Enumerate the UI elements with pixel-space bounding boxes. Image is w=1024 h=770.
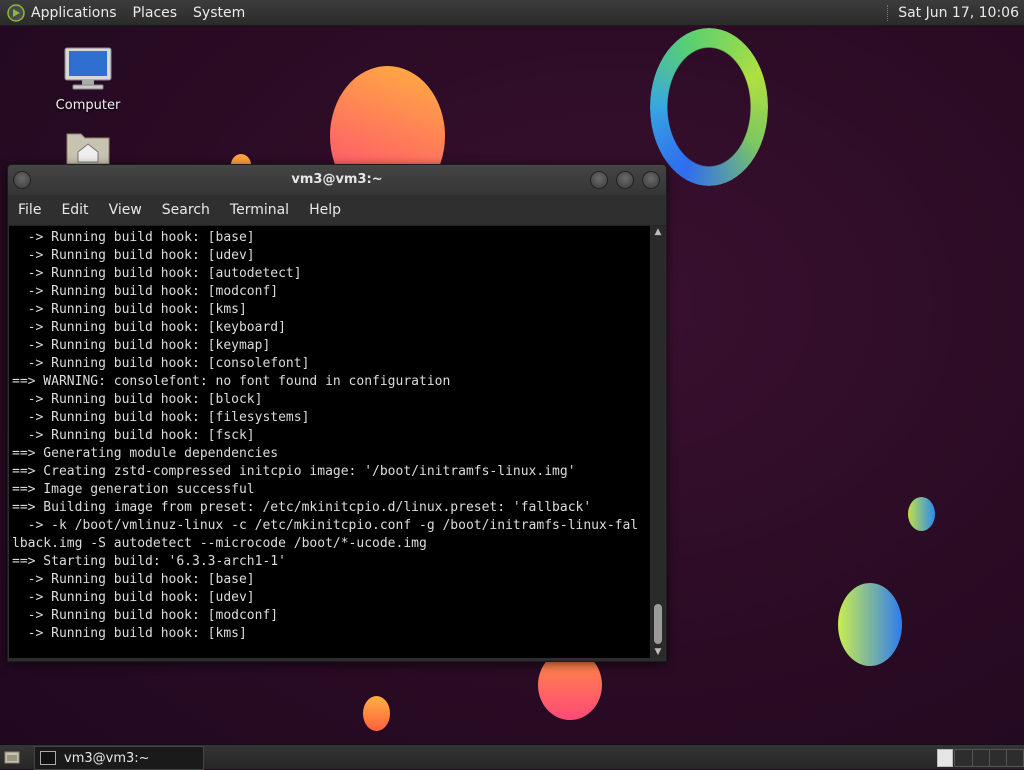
scroll-up-icon[interactable]: ▲ xyxy=(651,226,665,238)
terminal-line: ==> Building image from preset: /etc/mki… xyxy=(12,500,592,515)
close-button[interactable] xyxy=(642,171,660,189)
clock[interactable]: Sat Jun 17, 10:06 xyxy=(898,5,1019,21)
terminal-output[interactable]: -> Running build hook: [base] -> Running… xyxy=(9,226,650,658)
terminal-line: -> -k /boot/vmlinuz-linux -c /etc/mkinit… xyxy=(12,518,639,533)
home-folder-icon xyxy=(66,133,110,165)
terminal-line: -> Running build hook: [base] xyxy=(12,572,255,587)
computer-icon xyxy=(64,47,112,90)
terminal-line: -> Running build hook: [filesystems] xyxy=(12,410,310,425)
menu-help[interactable]: Help xyxy=(299,202,351,218)
desktop-icon-computer[interactable]: Computer xyxy=(48,46,128,113)
terminal-menubar: File Edit View Search Terminal Help xyxy=(8,195,666,226)
wallpaper-orange-bubble-tiny xyxy=(363,696,390,731)
terminal-window: vm3@vm3:~ File Edit View Search Terminal… xyxy=(7,164,667,662)
terminal-line: ==> WARNING: consolefont: no font found … xyxy=(12,374,451,389)
terminal-line: -> Running build hook: [udev] xyxy=(12,248,255,263)
terminal-line: ==> Creating zstd-compressed initcpio im… xyxy=(12,464,576,479)
terminal-line: -> Running build hook: [consolefont] xyxy=(12,356,310,371)
terminal-line: lback.img -S autodetect --microcode /boo… xyxy=(12,536,427,551)
desktop-icon-label: Computer xyxy=(55,98,121,113)
menu-terminal[interactable]: Terminal xyxy=(220,202,299,218)
menu-file[interactable]: File xyxy=(8,202,51,218)
mate-logo-icon[interactable] xyxy=(7,3,25,22)
terminal-line: -> Running build hook: [kms] xyxy=(12,302,247,317)
minimize-button[interactable] xyxy=(590,171,608,189)
terminal-line: -> Running build hook: [keymap] xyxy=(12,338,271,353)
terminal-line: -> Running build hook: [udev] xyxy=(12,590,255,605)
menu-search[interactable]: Search xyxy=(152,202,220,218)
taskbar-item-label: vm3@vm3:~ xyxy=(64,750,150,766)
terminal-scrollbar[interactable]: ▲ ▼ xyxy=(651,226,665,658)
window-titlebar[interactable]: vm3@vm3:~ xyxy=(8,165,666,195)
terminal-line: -> Running build hook: [fsck] xyxy=(12,428,255,443)
window-title: vm3@vm3:~ xyxy=(291,172,383,187)
wallpaper-green-blue-bubble-large xyxy=(838,583,902,666)
menu-edit[interactable]: Edit xyxy=(51,202,98,218)
terminal-icon xyxy=(40,751,56,765)
menu-system[interactable]: System xyxy=(193,5,245,21)
terminal-line: -> Running build hook: [modconf] xyxy=(12,608,279,623)
panel-separator[interactable] xyxy=(887,4,892,21)
show-desktop-icon[interactable] xyxy=(4,749,20,765)
wallpaper-green-blue-bubble-small xyxy=(908,497,935,531)
workspace-switcher[interactable] xyxy=(954,749,1024,767)
menu-view[interactable]: View xyxy=(99,202,152,218)
workspace-1[interactable] xyxy=(937,749,953,767)
terminal-line: -> Running build hook: [base] xyxy=(12,230,255,245)
top-panel: Applications Places System Sat Jun 17, 1… xyxy=(0,0,1024,26)
terminal-line: -> Running build hook: [keyboard] xyxy=(12,320,286,335)
scrollbar-thumb[interactable] xyxy=(654,604,662,644)
terminal-text: -> Running build hook: [base] -> Running… xyxy=(9,226,650,643)
taskbar-item-terminal[interactable]: vm3@vm3:~ xyxy=(34,746,204,770)
wallpaper-ring xyxy=(650,28,768,186)
menu-places[interactable]: Places xyxy=(133,5,178,21)
maximize-button[interactable] xyxy=(616,171,634,189)
terminal-line: -> Running build hook: [autodetect] xyxy=(12,266,302,281)
scroll-down-icon[interactable]: ▼ xyxy=(651,646,665,658)
terminal-line: -> Running build hook: [kms] xyxy=(12,626,247,641)
bottom-panel: vm3@vm3:~ xyxy=(0,744,1024,770)
menu-applications[interactable]: Applications xyxy=(31,5,117,21)
terminal-line: -> Running build hook: [modconf] xyxy=(12,284,279,299)
terminal-line: ==> Starting build: '6.3.3-arch1-1' xyxy=(12,554,286,569)
terminal-line: ==> Image generation successful xyxy=(12,482,255,497)
terminal-line: ==> Generating module dependencies xyxy=(12,446,279,461)
terminal-line: -> Running build hook: [block] xyxy=(12,392,263,407)
